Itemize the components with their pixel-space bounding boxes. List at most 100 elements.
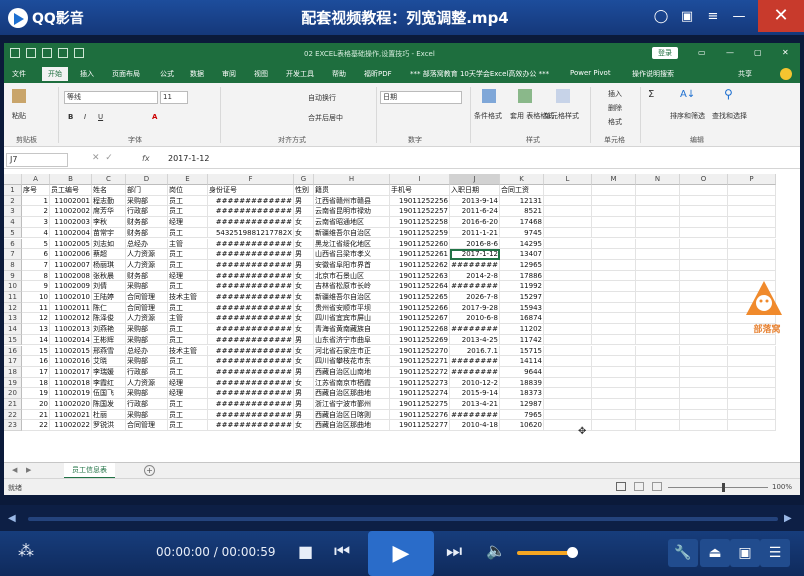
grid-cell[interactable] (680, 345, 728, 357)
grid-cell[interactable]: 女 (294, 227, 314, 239)
grid-cell[interactable] (680, 185, 728, 196)
row-header[interactable]: 13 (4, 313, 22, 325)
grid-cell[interactable]: 采购部 (126, 388, 168, 399)
grid-cell[interactable] (636, 334, 680, 346)
grid-cell[interactable]: ############# (208, 334, 294, 346)
play-button[interactable]: ▶ (368, 531, 434, 576)
grid-cell[interactable]: 13407 (500, 249, 544, 260)
underline-button[interactable]: U (98, 113, 103, 121)
grid-cell[interactable] (592, 334, 636, 346)
grid-cell[interactable]: 吉林省松原市长岭 (314, 281, 390, 292)
grid-cell[interactable]: 经理 (168, 377, 208, 389)
grid-cell[interactable]: ######## (450, 324, 500, 335)
grid-cell[interactable] (680, 420, 728, 432)
row-header[interactable]: 22 (4, 409, 22, 421)
grid-cell[interactable]: 19011252259 (390, 227, 450, 239)
find-select-icon[interactable]: ⚲ (724, 87, 733, 101)
row-header[interactable]: 18 (4, 366, 22, 378)
grid-cell[interactable] (544, 324, 592, 335)
grid-cell[interactable]: 19011252277 (390, 420, 450, 432)
grid-cell[interactable]: 合同工资 (500, 185, 544, 196)
grid-cell[interactable]: 19011252271 (390, 356, 450, 367)
sheet-nav-left-icon[interactable]: ◀ (12, 466, 17, 474)
column-header[interactable]: I (390, 174, 450, 185)
grid-cell[interactable]: 云南省昭通地区 (314, 217, 390, 228)
grid-cell[interactable]: 身份证号 (208, 185, 294, 196)
grid-cell[interactable] (636, 270, 680, 282)
grid-cell[interactable]: 11992 (500, 281, 544, 292)
grid-cell[interactable] (592, 302, 636, 314)
grid-cell[interactable] (544, 345, 592, 357)
footprint-icon[interactable]: ⁂ (18, 541, 34, 560)
row-header[interactable]: 15 (4, 334, 22, 346)
insert-function-icon[interactable]: fx (142, 154, 150, 163)
grid-cell[interactable]: 经理 (168, 388, 208, 399)
grid-cell[interactable]: ######## (450, 356, 500, 367)
grid-cell[interactable] (680, 206, 728, 218)
grid-cell[interactable]: ############# (208, 345, 294, 357)
grid-cell[interactable]: 西藏自治区那曲地 (314, 420, 390, 432)
grid-cell[interactable]: 2010-12-2 (450, 377, 500, 389)
grid-cell[interactable]: 19011252264 (390, 281, 450, 292)
grid-cell[interactable]: 2017-1-12 (450, 249, 500, 260)
grid-cell[interactable]: 员工 (168, 249, 208, 260)
grid-cell[interactable]: 11002009 (50, 281, 92, 292)
grid-cell[interactable]: 11002018 (50, 377, 92, 389)
grid-cell[interactable]: 女 (294, 420, 314, 432)
grid-cell[interactable]: 员工 (168, 420, 208, 432)
grid-cell[interactable] (728, 409, 776, 421)
tab-insert[interactable]: 插入 (80, 69, 94, 79)
font-color-button[interactable]: A (152, 113, 157, 121)
grid-cell[interactable] (592, 270, 636, 282)
grid-cell[interactable] (728, 249, 776, 260)
grid-cell[interactable]: 11002010 (50, 292, 92, 303)
grid-cell[interactable]: 15943 (500, 302, 544, 314)
grid-cell[interactable]: 员工 (168, 206, 208, 218)
grid-cell[interactable]: 女 (294, 238, 314, 250)
grid-cell[interactable]: 2011-1-21 (450, 227, 500, 239)
grid-cell[interactable]: 5432519881217782X (208, 227, 294, 239)
grid-cell[interactable]: 程志勤 (92, 195, 126, 207)
grid-cell[interactable]: 江西省赣州市赣县 (314, 195, 390, 207)
grid-cell[interactable] (680, 227, 728, 239)
grid-cell[interactable]: 11002017 (50, 366, 92, 378)
grid-cell[interactable] (680, 195, 728, 207)
grid-cell[interactable]: 19011252274 (390, 388, 450, 399)
grid-cell[interactable]: 2016-8-6 (450, 238, 500, 250)
grid-cell[interactable]: 采购部 (126, 334, 168, 346)
grid-cell[interactable]: 15715 (500, 345, 544, 357)
grid-cell[interactable]: 男 (294, 409, 314, 421)
grid-cell[interactable]: 14295 (500, 238, 544, 250)
grid-cell[interactable]: 行政部 (126, 366, 168, 378)
column-header[interactable]: F (208, 174, 294, 185)
grid-cell[interactable] (592, 420, 636, 432)
grid-cell[interactable]: 男 (294, 388, 314, 399)
grid-cell[interactable] (680, 292, 728, 303)
grid-cell[interactable]: 行政部 (126, 399, 168, 410)
grid-cell[interactable]: 2017-9-28 (450, 302, 500, 314)
tab-review[interactable]: 审阅 (222, 69, 236, 79)
row-header[interactable]: 1 (4, 185, 22, 196)
grid-cell[interactable] (636, 313, 680, 325)
zoom-slider[interactable] (668, 487, 768, 488)
zoom-level[interactable]: 100% (772, 483, 792, 491)
grid-cell[interactable]: 陈国发 (92, 399, 126, 410)
tab-view[interactable]: 视图 (254, 69, 268, 79)
grid-cell[interactable] (636, 292, 680, 303)
grid-cell[interactable]: 行政部 (126, 206, 168, 218)
share-button[interactable]: 共享 (738, 69, 752, 79)
row-header[interactable]: 6 (4, 238, 22, 250)
grid-cell[interactable] (592, 281, 636, 292)
grid-cell[interactable]: 男 (294, 399, 314, 410)
page-break-view-icon[interactable] (652, 482, 662, 491)
tab-data[interactable]: 数据 (190, 69, 204, 79)
chat-icon[interactable]: ◯ (650, 6, 672, 28)
tab-page-layout[interactable]: 页面布局 (112, 69, 140, 79)
grid-cell[interactable]: 人力资源 (126, 313, 168, 325)
grid-cell[interactable]: 员工 (168, 227, 208, 239)
grid-cell[interactable]: 11002021 (50, 409, 92, 421)
row-header[interactable]: 10 (4, 281, 22, 292)
grid-cell[interactable]: 罗锐洪 (92, 420, 126, 432)
grid-cell[interactable]: ######## (450, 366, 500, 378)
grid-cell[interactable]: 19011252267 (390, 313, 450, 325)
